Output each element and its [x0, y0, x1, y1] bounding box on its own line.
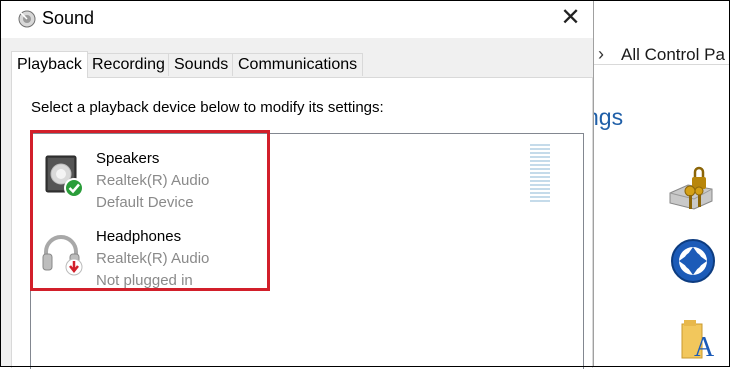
chevron-right-icon[interactable]: ›: [598, 44, 604, 65]
meter-segment: [530, 152, 550, 154]
tab-recording[interactable]: Recording: [86, 53, 171, 76]
credential-manager-icon[interactable]: [668, 163, 718, 215]
meter-segment: [530, 176, 550, 178]
meter-segment: [530, 196, 550, 198]
volume-level-meter: [530, 144, 550, 202]
speakers-device-icon: [38, 150, 86, 198]
address-path[interactable]: All Control Pa: [621, 45, 725, 65]
meter-segment: [530, 148, 550, 150]
default-device-check-icon: [64, 178, 84, 198]
meter-segment: [530, 172, 550, 174]
device-name: Headphones: [96, 228, 182, 245]
speaker-icon: [17, 9, 37, 29]
device-headphones[interactable]: Headphones Realtek(R) Audio Not plugged …: [30, 218, 270, 294]
meter-segment: [530, 156, 550, 158]
tab-playback[interactable]: Playback: [11, 51, 88, 78]
meter-segment: [530, 144, 550, 146]
fonts-folder-icon[interactable]: A: [680, 318, 720, 363]
sound-dialog: Sound ✕ Playback Recording Sounds Commun…: [0, 0, 594, 369]
title-bar[interactable]: Sound ✕: [0, 0, 593, 38]
control-panel-window: › All Control Pa ngs A: [586, 0, 730, 367]
device-driver: Realtek(R) Audio: [96, 250, 210, 267]
meter-segment: [530, 192, 550, 194]
device-status: Default Device: [96, 194, 194, 211]
address-bar[interactable]: › All Control Pa: [590, 14, 730, 65]
meter-segment: [530, 164, 550, 166]
meter-segment: [530, 160, 550, 162]
device-driver: Realtek(R) Audio: [96, 172, 210, 189]
device-speakers[interactable]: Speakers Realtek(R) Audio Default Device: [30, 140, 270, 216]
tab-sounds[interactable]: Sounds: [168, 53, 235, 76]
meter-segment: [530, 168, 550, 170]
svg-text:A: A: [694, 332, 715, 360]
device-name: Speakers: [96, 150, 160, 167]
meter-segment: [530, 200, 550, 202]
meter-segment: [530, 188, 550, 190]
device-status: Not plugged in: [96, 272, 193, 289]
sync-center-icon[interactable]: [670, 238, 716, 284]
meter-segment: [530, 180, 550, 182]
window-title: Sound: [42, 8, 95, 28]
tab-communications[interactable]: Communications: [232, 53, 364, 76]
headphones-device-icon: [38, 228, 86, 276]
meter-segment: [530, 184, 550, 186]
close-button[interactable]: ✕: [548, 0, 593, 36]
instruction-text: Select a playback device below to modify…: [31, 99, 384, 116]
